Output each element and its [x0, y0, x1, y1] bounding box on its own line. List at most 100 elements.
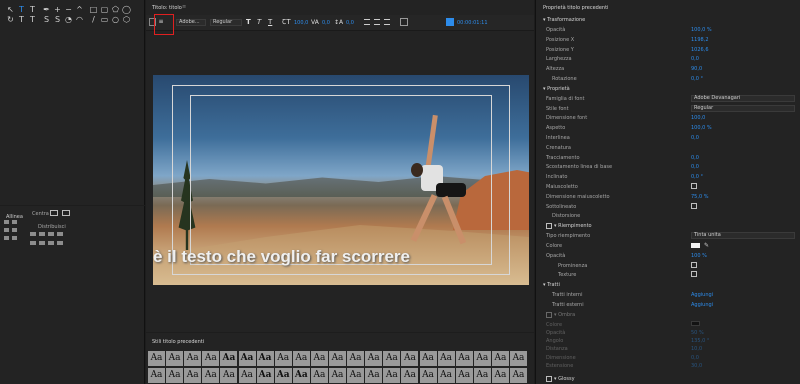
font-style-value[interactable]: Regular: [691, 104, 795, 112]
property-7-checkbox[interactable]: [691, 183, 697, 189]
rounded-rect-tool-icon[interactable]: ▢: [100, 5, 109, 14]
align-bottom-icon[interactable]: [4, 236, 9, 240]
style-swatch[interactable]: Aa: [510, 368, 527, 383]
font-size-value[interactable]: 100,0: [294, 20, 308, 26]
align-top-icon[interactable]: [4, 228, 9, 232]
transform-1-value[interactable]: 1198,2: [691, 37, 709, 43]
rounded-corner-rect-tool-icon[interactable]: ▭: [100, 15, 109, 24]
shadow-color-swatch[interactable]: [691, 321, 700, 326]
properties-panel-tab[interactable]: Proprietà titolo precedenti: [543, 5, 608, 11]
delete-anchor-tool-icon[interactable]: −: [64, 5, 73, 14]
align-middle-icon[interactable]: [12, 228, 17, 232]
path-type-tool-icon[interactable]: S: [42, 15, 51, 24]
fill-type-value[interactable]: Tinta unita: [691, 232, 795, 240]
style-swatch[interactable]: Aa: [383, 368, 401, 383]
style-swatch[interactable]: Aa: [238, 351, 256, 366]
style-swatch[interactable]: Aa: [166, 351, 184, 366]
type-tool-icon[interactable]: T: [17, 5, 26, 14]
style-swatch[interactable]: Aa: [274, 368, 292, 383]
italic-button[interactable]: T: [257, 18, 261, 26]
property-6-value[interactable]: 0,0 °: [691, 174, 703, 180]
distribute-icon[interactable]: [57, 232, 63, 236]
stroke-0-value[interactable]: Aggiungi: [691, 292, 713, 298]
style-swatch[interactable]: Aa: [401, 368, 419, 383]
title-editor-tab-menu[interactable]: ≡: [182, 4, 186, 10]
area-type-tool-icon[interactable]: T: [17, 15, 26, 24]
transform-4-value[interactable]: 90,0: [691, 66, 702, 72]
style-swatch[interactable]: Aa: [220, 351, 238, 366]
glossy-checkbox[interactable]: [546, 376, 552, 382]
style-swatch[interactable]: Aa: [292, 368, 310, 383]
vertical-path-type-tool-icon[interactable]: S: [53, 15, 62, 24]
ellipse-tool-icon[interactable]: ◯: [122, 5, 131, 14]
fill-checkbox[interactable]: [546, 223, 552, 230]
style-swatch[interactable]: Aa: [473, 368, 491, 383]
transform-2-value[interactable]: 1026,6: [691, 47, 709, 53]
style-swatch[interactable]: Aa: [166, 368, 184, 383]
transform-section[interactable]: ▾ Trasformazione: [543, 17, 585, 23]
wedge-tool-icon[interactable]: ◔: [64, 15, 73, 24]
shadow-4-value[interactable]: 0,0: [691, 355, 699, 361]
style-swatch[interactable]: Aa: [347, 351, 365, 366]
property-4-value[interactable]: 0,0: [691, 155, 699, 161]
property-5-value[interactable]: 0,0: [691, 164, 699, 170]
align-center-icon[interactable]: [12, 220, 17, 224]
clipped-corner-tool-icon[interactable]: ⬠: [111, 5, 120, 14]
fill-color-swatch[interactable]: [691, 242, 700, 248]
glossy-section[interactable]: ▾ Glossy: [554, 376, 575, 382]
style-swatch[interactable]: Aa: [184, 368, 202, 383]
style-swatch[interactable]: Aa: [365, 351, 383, 366]
style-swatch[interactable]: Aa: [148, 351, 165, 366]
distribute-icon[interactable]: [30, 241, 36, 245]
shadow-2-value[interactable]: 135,0 °: [691, 338, 709, 344]
style-swatch[interactable]: Aa: [510, 351, 527, 366]
shadow-section[interactable]: ▾ Ombra: [554, 312, 575, 318]
selection-tool-icon[interactable]: ↖: [6, 5, 15, 14]
bold-button[interactable]: T: [246, 18, 251, 26]
style-swatch[interactable]: Aa: [329, 368, 346, 383]
style-swatch[interactable]: Aa: [184, 351, 202, 366]
style-swatch[interactable]: Aa: [491, 368, 509, 383]
tab-stops-icon[interactable]: [400, 18, 408, 26]
font-family-value[interactable]: Adobe Devanagari: [691, 94, 795, 102]
transform-0-value[interactable]: 100,0 %: [691, 27, 712, 33]
style-swatch[interactable]: Aa: [329, 351, 346, 366]
style-swatch[interactable]: Aa: [256, 351, 274, 366]
distribute-icon[interactable]: [57, 241, 63, 245]
center-vertical-button[interactable]: [62, 210, 70, 216]
style-swatch[interactable]: Aa: [383, 351, 401, 366]
center-horizontal-button[interactable]: [50, 210, 58, 216]
polygon-tool-icon[interactable]: ⬡: [122, 15, 131, 24]
caption-text[interactable]: è il testo che voglio far scorrere: [153, 247, 529, 267]
align-right-text-icon[interactable]: [384, 19, 390, 25]
align-center-text-icon[interactable]: [374, 19, 380, 25]
style-swatch[interactable]: Aa: [202, 351, 220, 366]
style-swatch[interactable]: Aa: [419, 368, 437, 383]
pen-tool-icon[interactable]: ✒: [42, 5, 51, 14]
line-tool-icon[interactable]: /: [89, 15, 98, 24]
style-swatch[interactable]: Aa: [202, 368, 220, 383]
ellipse-outline-tool-icon[interactable]: ○: [111, 15, 120, 24]
fill-4-checkbox[interactable]: [691, 271, 697, 278]
eyedropper-icon[interactable]: ✎: [704, 242, 709, 249]
style-swatch[interactable]: Aa: [419, 351, 437, 366]
shadow-1-value[interactable]: 50 %: [691, 330, 704, 336]
style-swatch[interactable]: Aa: [274, 351, 292, 366]
shadow-5-value[interactable]: 30,0: [691, 363, 702, 369]
distribute-icon[interactable]: [48, 241, 54, 245]
stroke-1-value[interactable]: Aggiungi: [691, 302, 713, 308]
vertical-area-type-tool-icon[interactable]: T: [28, 15, 37, 24]
style-swatch[interactable]: Aa: [347, 368, 365, 383]
align-right-icon[interactable]: [12, 236, 17, 240]
property-9-checkbox[interactable]: [691, 202, 697, 209]
add-anchor-tool-icon[interactable]: +: [53, 5, 62, 14]
styles-panel-tab[interactable]: Stili titolo precedenti: [152, 339, 204, 345]
property-1-value[interactable]: 100,0 %: [691, 125, 712, 131]
properties-section[interactable]: ▾ Proprietà: [543, 86, 570, 92]
background-video-timecode[interactable]: 00:00:01:11: [457, 20, 488, 26]
convert-anchor-tool-icon[interactable]: ^: [75, 5, 84, 14]
property-8-value[interactable]: 75,0 %: [691, 194, 708, 200]
style-swatch[interactable]: Aa: [491, 351, 509, 366]
font-family-select[interactable]: Adobe...: [176, 19, 206, 26]
kerning-value[interactable]: 0,0: [322, 20, 330, 26]
